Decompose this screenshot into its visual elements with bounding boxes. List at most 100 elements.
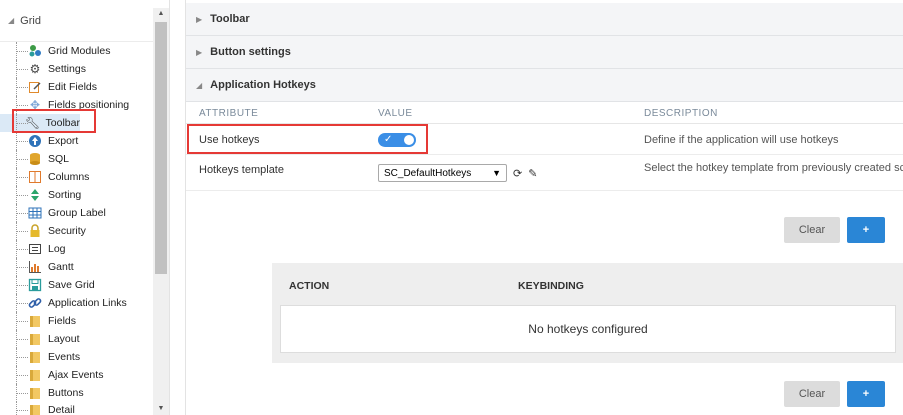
tree-item-label: Columns bbox=[48, 171, 90, 183]
tree-item-application-links[interactable]: Application Links bbox=[0, 294, 127, 312]
tree-item-gantt[interactable]: Gantt bbox=[0, 258, 74, 276]
tree-item-label: Group Label bbox=[48, 207, 106, 219]
tree-item-layout[interactable]: Layout bbox=[0, 330, 80, 348]
tree-item-log[interactable]: Log bbox=[0, 240, 66, 258]
tree-item-label: Buttons bbox=[48, 387, 84, 399]
log-icon bbox=[28, 242, 42, 256]
header-action: ACTION bbox=[289, 280, 330, 292]
tree-item-label: Grid Modules bbox=[48, 45, 111, 57]
clear-button-bottom[interactable]: Clear bbox=[784, 381, 840, 407]
refresh-icon[interactable]: ⟳ bbox=[513, 167, 522, 180]
collapse-arrow-icon: ◢ bbox=[196, 80, 203, 90]
table-icon bbox=[28, 206, 42, 220]
attribute-label: Hotkeys template bbox=[199, 164, 284, 176]
tree-item-label: Layout bbox=[48, 333, 80, 345]
tree-item-label: Security bbox=[48, 225, 86, 237]
pencil-icon[interactable]: ✎ bbox=[528, 167, 537, 180]
folder-icon bbox=[28, 314, 42, 328]
tree-item-group-label[interactable]: Group Label bbox=[0, 204, 106, 222]
tree-item-label: Settings bbox=[48, 63, 86, 75]
tree-item-label: Gantt bbox=[48, 261, 74, 273]
gantt-icon bbox=[28, 260, 42, 274]
gear-icon: ⚙ bbox=[29, 62, 41, 76]
tree-item-label: Sorting bbox=[48, 189, 82, 201]
section-application-hotkeys[interactable]: ◢ Application Hotkeys bbox=[186, 69, 903, 102]
tree-item-label: Edit Fields bbox=[48, 81, 98, 93]
use-hotkeys-highlight-box bbox=[187, 124, 428, 154]
value-cell: SC_DefaultHotkeys ▼ ⟳ ✎ bbox=[378, 155, 537, 191]
scroll-up-icon[interactable]: ▲ bbox=[153, 8, 169, 20]
tree-item-label: Ajax Events bbox=[48, 369, 104, 381]
hotkeys-template-select[interactable]: SC_DefaultHotkeys ▼ bbox=[378, 164, 507, 182]
dropdown-arrow-icon: ▼ bbox=[492, 168, 501, 178]
section-button-settings[interactable]: ▶ Button settings bbox=[186, 36, 903, 69]
add-hotkey-button[interactable]: + bbox=[847, 217, 885, 243]
tree-item-export[interactable]: Export bbox=[0, 132, 78, 150]
tree-item-label: SQL bbox=[48, 153, 70, 165]
tree-item-fields[interactable]: Fields bbox=[0, 312, 76, 330]
tree-item-settings[interactable]: ⚙ Settings bbox=[0, 60, 86, 78]
folder-icon bbox=[28, 332, 42, 346]
header-value: VALUE bbox=[378, 108, 413, 119]
project-tree: ◢ Grid Grid Modules ⚙ Settings Edit Fiel… bbox=[0, 0, 170, 415]
lock-icon bbox=[28, 224, 42, 238]
attribute-description: Define if the application will use hotke… bbox=[644, 134, 839, 146]
add-hotkey-button-bottom[interactable]: + bbox=[847, 381, 885, 407]
hotkeys-table: ACTION KEYBINDING No hotkeys configured bbox=[272, 263, 903, 363]
edit-fields-icon bbox=[28, 80, 42, 94]
tree-item-edit-fields[interactable]: Edit Fields bbox=[0, 78, 97, 96]
tree-root-grid[interactable]: ◢ Grid bbox=[0, 0, 169, 42]
tree-item-columns[interactable]: Columns bbox=[0, 168, 89, 186]
folder-icon bbox=[28, 350, 42, 364]
sorting-icon bbox=[28, 188, 42, 202]
database-icon bbox=[28, 152, 42, 166]
collapse-triangle-icon[interactable]: ◢ bbox=[8, 16, 14, 25]
section-title: Toolbar bbox=[210, 13, 250, 25]
tree-item-label: Export bbox=[48, 135, 79, 147]
header-attribute: ATTRIBUTE bbox=[199, 108, 259, 119]
hotkeys-empty-message: No hotkeys configured bbox=[280, 305, 896, 353]
tree-item-label: Detail bbox=[48, 404, 75, 415]
hotkeys-table-header: ACTION KEYBINDING bbox=[272, 263, 903, 305]
expand-arrow-icon: ▶ bbox=[196, 47, 203, 57]
section-toolbar[interactable]: ▶ Toolbar bbox=[186, 3, 903, 36]
row-hotkeys-template: Hotkeys template SC_DefaultHotkeys ▼ ⟳ ✎… bbox=[186, 155, 903, 191]
columns-icon bbox=[28, 170, 42, 184]
tree-item-events[interactable]: Events bbox=[0, 348, 80, 366]
section-title: Button settings bbox=[210, 46, 291, 58]
header-description: DESCRIPTION bbox=[644, 108, 718, 119]
tree-item-detail[interactable]: Detail bbox=[0, 401, 75, 415]
export-icon bbox=[28, 134, 42, 148]
attribute-description: Select the hotkey template from previous… bbox=[644, 162, 903, 174]
attribute-table-header: ATTRIBUTE VALUE DESCRIPTION bbox=[186, 102, 903, 124]
tree-item-sql[interactable]: SQL bbox=[0, 150, 69, 168]
tree-item-save-grid[interactable]: Save Grid bbox=[0, 276, 95, 294]
scroll-down-icon[interactable]: ▼ bbox=[153, 403, 169, 415]
tree-item-sorting[interactable]: Sorting bbox=[0, 186, 81, 204]
scroll-thumb[interactable] bbox=[155, 22, 167, 274]
tree-item-buttons[interactable]: Buttons bbox=[0, 384, 84, 402]
tree-item-ajax-events[interactable]: Ajax Events bbox=[0, 366, 103, 384]
section-title: Application Hotkeys bbox=[210, 79, 316, 91]
link-icon bbox=[28, 296, 42, 310]
settings-panel: ▶ Toolbar ▶ Button settings ◢ Applicatio… bbox=[185, 0, 903, 415]
header-keybinding: KEYBINDING bbox=[518, 280, 584, 292]
tree-item-label: Fields bbox=[48, 315, 77, 327]
save-icon bbox=[28, 278, 42, 292]
tree-item-label: Events bbox=[48, 351, 81, 363]
folder-icon bbox=[28, 386, 42, 400]
tree-item-label: Save Grid bbox=[48, 279, 95, 291]
toolbar-highlight-box bbox=[12, 109, 96, 133]
tree-item-grid-modules[interactable]: Grid Modules bbox=[0, 42, 110, 60]
tree-item-label: Application Links bbox=[48, 297, 127, 309]
expand-arrow-icon: ▶ bbox=[196, 14, 203, 24]
tree-root-label: Grid bbox=[20, 14, 41, 27]
select-value: SC_DefaultHotkeys bbox=[384, 167, 472, 179]
tree-item-label: Log bbox=[48, 243, 66, 255]
folder-icon bbox=[28, 368, 42, 382]
modules-icon bbox=[28, 44, 42, 58]
tree-item-security[interactable]: Security bbox=[0, 222, 86, 240]
tree-scrollbar[interactable]: ▲ ▼ bbox=[153, 8, 169, 415]
clear-button[interactable]: Clear bbox=[784, 217, 840, 243]
folder-icon bbox=[28, 403, 42, 415]
